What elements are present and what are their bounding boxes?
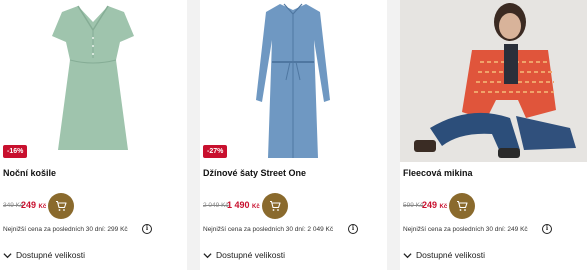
shopping-cart-icon <box>457 200 468 211</box>
chevron-down-icon <box>3 252 12 258</box>
available-sizes-toggle[interactable]: Dostupné velikosti <box>403 250 485 260</box>
add-to-cart-button[interactable] <box>449 193 475 219</box>
nightgown-image <box>52 5 134 150</box>
shopping-cart-icon <box>56 200 67 211</box>
info-icon[interactable]: i <box>142 224 152 234</box>
chevron-down-icon <box>203 252 212 258</box>
denim-dress-image <box>256 3 330 158</box>
chevron-down-icon <box>403 252 412 258</box>
new-price: 1 490 Kč <box>227 200 260 210</box>
product-image[interactable]: -27% <box>200 0 387 162</box>
new-price: 249 Kč <box>422 200 448 210</box>
product-card[interactable]: Fleecová mikina 599 Kč 249 Kč Nejnižší c… <box>400 0 587 270</box>
product-image[interactable] <box>400 0 587 162</box>
product-card[interactable]: -27% Džínové šaty Street One 2 049 Kč 1 … <box>200 0 387 270</box>
add-to-cart-button[interactable] <box>262 193 288 219</box>
add-to-cart-button[interactable] <box>48 193 74 219</box>
info-icon[interactable]: i <box>542 224 552 234</box>
product-title[interactable]: Noční košile <box>3 168 56 178</box>
product-grid: -16% Noční košile 349 Kč 249 Kč Nejnižší… <box>0 0 587 270</box>
product-title[interactable]: Džínové šaty Street One <box>203 168 306 178</box>
lowest-price-note: Nejnižší cena za posledních 30 dní: 249 … <box>403 226 528 233</box>
old-price: 2 049 Kč <box>203 202 229 209</box>
old-price: 599 Kč <box>403 202 424 209</box>
fleece-sweater-image <box>400 0 587 162</box>
new-price: 249 Kč <box>21 200 47 210</box>
discount-badge: -16% <box>3 145 28 158</box>
discount-badge: -27% <box>203 145 228 158</box>
available-sizes-toggle[interactable]: Dostupné velikosti <box>3 250 85 260</box>
info-icon[interactable]: i <box>348 224 358 234</box>
product-image[interactable]: -16% <box>0 0 187 162</box>
lowest-price-note: Nejnižší cena za posledních 30 dní: 299 … <box>3 226 128 233</box>
available-sizes-toggle[interactable]: Dostupné velikosti <box>203 250 285 260</box>
product-title[interactable]: Fleecová mikina <box>403 168 473 178</box>
lowest-price-note: Nejnižší cena za posledních 30 dní: 2 04… <box>203 226 334 233</box>
shopping-cart-icon <box>270 200 281 211</box>
product-card[interactable]: -16% Noční košile 349 Kč 249 Kč Nejnižší… <box>0 0 187 270</box>
